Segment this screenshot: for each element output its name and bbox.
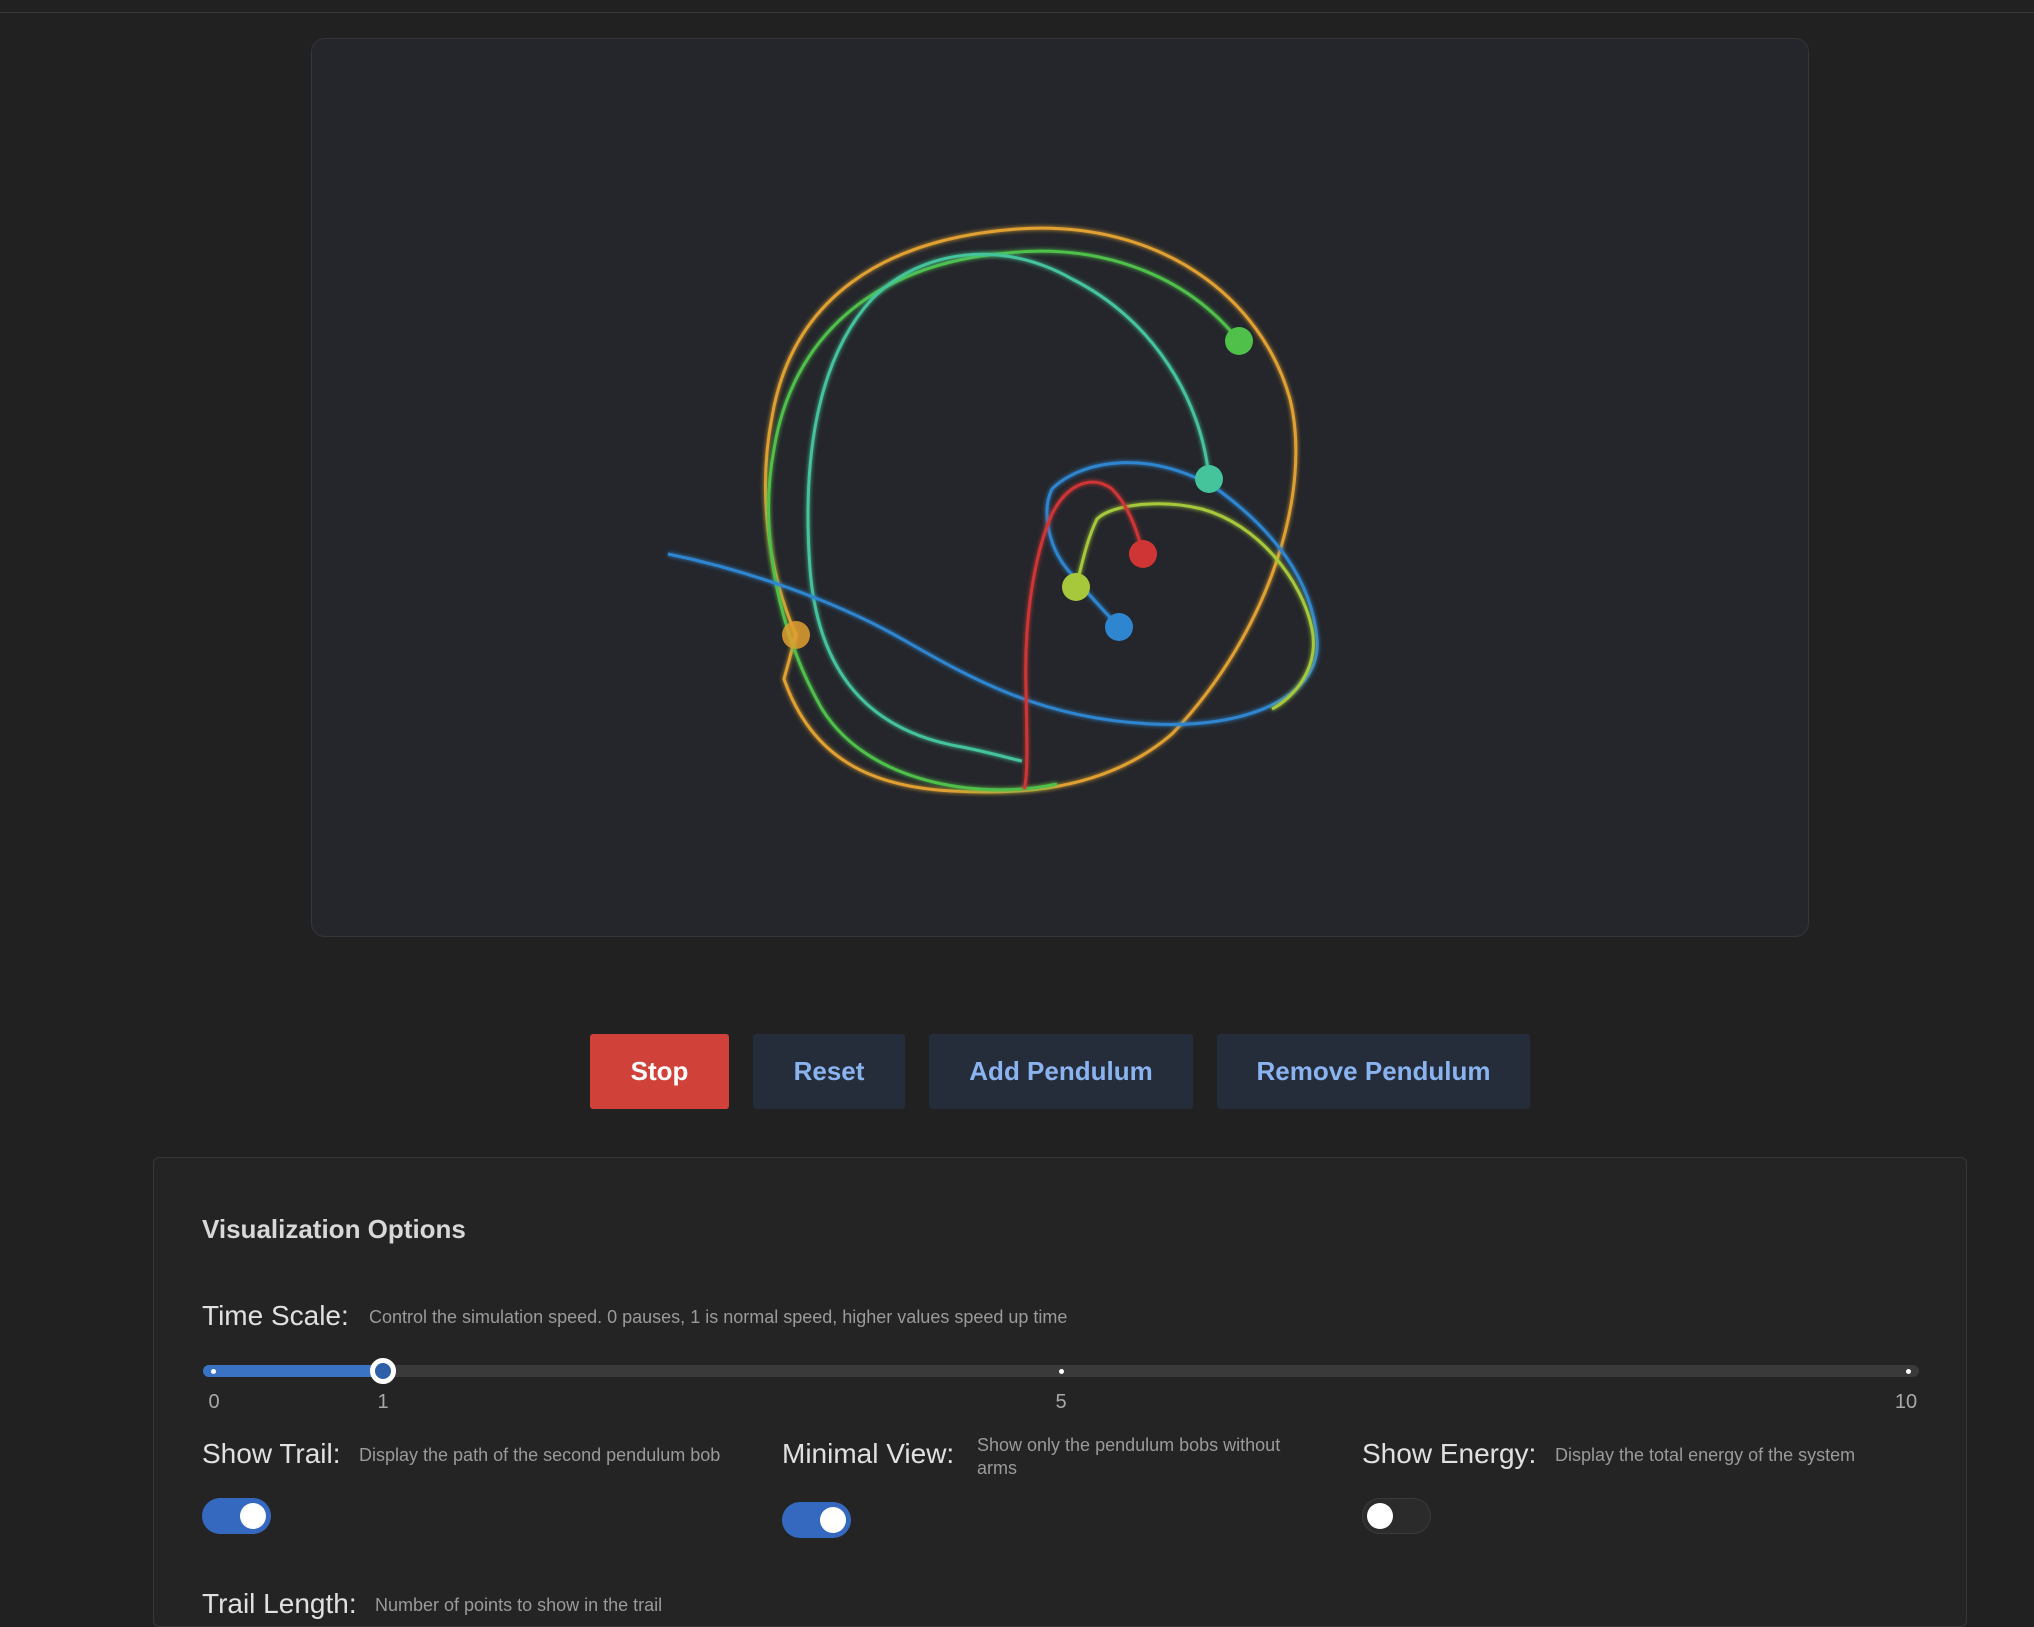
slider-mark-0 xyxy=(211,1369,216,1374)
pendulum-trails-svg xyxy=(667,226,1319,794)
control-bar: Stop Reset Add Pendulum Remove Pendulum xyxy=(0,1034,2034,1109)
time-scale-slider[interactable] xyxy=(203,1358,1919,1384)
panel-title: Visualization Options xyxy=(202,1214,466,1244)
top-divider xyxy=(0,0,2034,13)
bob-orange[interactable] xyxy=(782,621,810,649)
show-trail-toggle[interactable] xyxy=(202,1498,271,1534)
tick-label-5: 5 xyxy=(1055,1391,1067,1413)
bob-green[interactable] xyxy=(1225,327,1253,355)
show-trail-label: Show Trail: xyxy=(202,1438,341,1469)
tick-label-0: 0 xyxy=(208,1391,220,1413)
time-scale-slider-thumb[interactable] xyxy=(370,1358,396,1384)
simulation-canvas[interactable] xyxy=(311,38,1809,937)
bob-red[interactable] xyxy=(1129,540,1157,568)
trail-length-label: Trail Length: xyxy=(202,1588,357,1619)
bob-yellowgreen[interactable] xyxy=(1062,573,1090,601)
time-scale-label: Time Scale: xyxy=(202,1300,349,1331)
show-trail-description: Display the path of the second pendulum … xyxy=(359,1445,721,1465)
toggle-knob xyxy=(240,1503,266,1529)
tick-label-10: 10 xyxy=(1894,1391,1918,1413)
remove-pendulum-button[interactable]: Remove Pendulum xyxy=(1217,1034,1530,1109)
bob-teal[interactable] xyxy=(1195,465,1223,493)
minimal-view-toggle[interactable] xyxy=(782,1502,851,1538)
slider-mark-5 xyxy=(1059,1369,1064,1374)
trail-yellowgreen xyxy=(1074,502,1315,711)
minimal-view-description: Show only the pendulum bobs without arms xyxy=(977,1435,1281,1478)
trail-teal xyxy=(806,252,1211,763)
trail-orange xyxy=(764,226,1298,794)
stop-button[interactable]: Stop xyxy=(590,1034,729,1109)
toggle-knob xyxy=(1367,1503,1393,1529)
trail-green xyxy=(767,249,1241,792)
tick-label-1: 1 xyxy=(377,1391,389,1413)
slider-mark-10 xyxy=(1906,1369,1911,1374)
show-energy-label: Show Energy: xyxy=(1362,1438,1537,1469)
minimal-view-label: Minimal View: xyxy=(782,1438,955,1469)
visualization-options-panel: Visualization Options Time Scale: Contro… xyxy=(153,1157,1967,1627)
bob-blue[interactable] xyxy=(1105,613,1133,641)
show-energy-description: Display the total energy of the system xyxy=(1555,1445,1856,1465)
toggle-knob xyxy=(820,1507,846,1533)
show-energy-toggle[interactable] xyxy=(1362,1498,1431,1534)
time-scale-slider-fill xyxy=(203,1365,383,1377)
time-scale-description: Control the simulation speed. 0 pauses, … xyxy=(369,1307,1068,1327)
reset-button[interactable]: Reset xyxy=(753,1034,905,1109)
add-pendulum-button[interactable]: Add Pendulum xyxy=(929,1034,1193,1109)
